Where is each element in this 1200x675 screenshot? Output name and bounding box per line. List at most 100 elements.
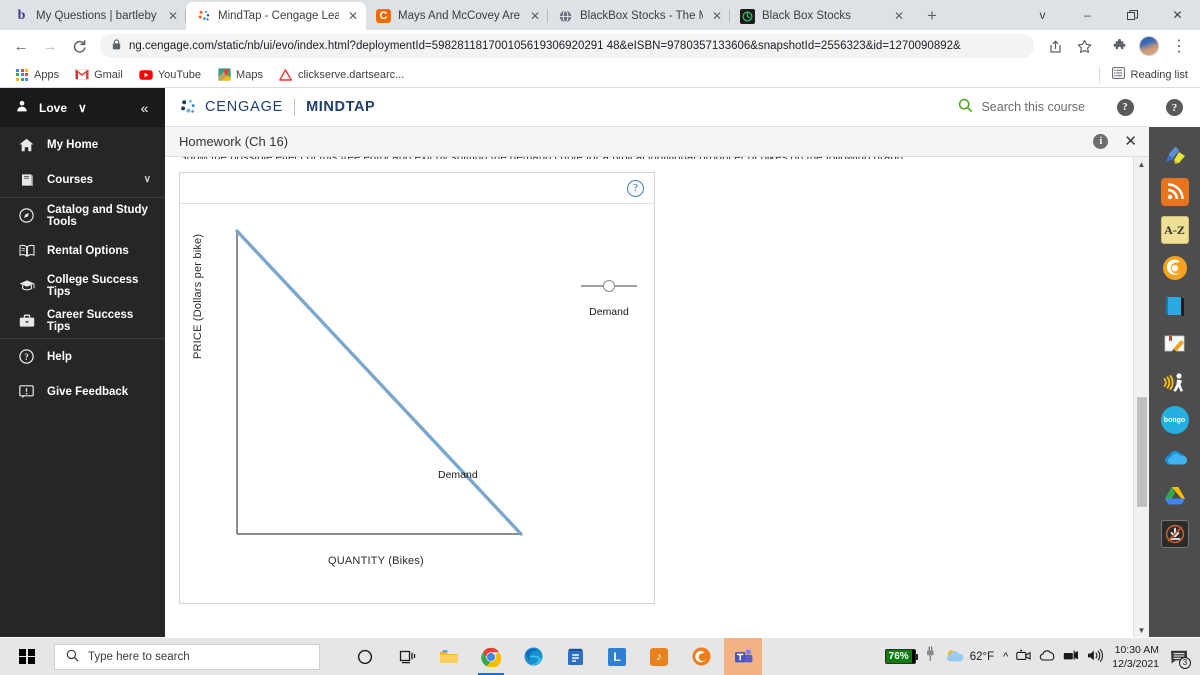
sidebar-item-rental-options[interactable]: Rental Options bbox=[0, 233, 165, 268]
extensions-puzzle-icon[interactable] bbox=[1106, 33, 1132, 59]
profile-avatar-icon[interactable] bbox=[1139, 36, 1159, 56]
bongo-icon[interactable]: bongo bbox=[1160, 406, 1189, 434]
2d-app-icon[interactable]: ♪ bbox=[640, 638, 678, 675]
download-icon[interactable] bbox=[1160, 520, 1189, 548]
browser-tab-1[interactable]: MindTap - Cengage Learning ✕ bbox=[186, 2, 366, 30]
slider-handle[interactable] bbox=[603, 280, 615, 292]
sidebar-user-name: Love bbox=[39, 100, 68, 115]
reading-list-button[interactable]: Reading list bbox=[1098, 66, 1192, 83]
cengage-brain-icon[interactable] bbox=[1161, 254, 1189, 282]
close-window-button[interactable]: ✕ bbox=[1155, 0, 1200, 30]
battery-indicator[interactable]: 76% bbox=[884, 649, 918, 664]
reading-list-icon bbox=[1111, 67, 1125, 82]
maximize-button[interactable] bbox=[1110, 0, 1155, 30]
sidebar-item-catalog-and-study-tools[interactable]: Catalog and Study Tools bbox=[0, 198, 165, 233]
cortana-icon[interactable] bbox=[346, 638, 384, 675]
bookmark-youtube[interactable]: YouTube bbox=[132, 66, 208, 84]
action-center-icon[interactable]: 3 bbox=[1168, 645, 1191, 669]
scrollbar-thumb[interactable] bbox=[1137, 397, 1147, 507]
tab-title: BlackBox Stocks - The Most U bbox=[580, 10, 703, 22]
bookmark-clickserve[interactable]: clickserve.dartsearc... bbox=[272, 66, 411, 84]
tab-search-chevron-icon[interactable]: v bbox=[1020, 0, 1065, 30]
sidebar-item-courses[interactable]: Courses ∨ bbox=[0, 162, 165, 197]
rss-feed-icon[interactable] bbox=[1160, 178, 1189, 206]
read-aloud-icon[interactable] bbox=[1161, 368, 1189, 396]
tab-close-icon[interactable]: ✕ bbox=[710, 9, 724, 23]
info-circle-icon[interactable]: i bbox=[1093, 134, 1109, 149]
tab-title: My Questions | bartleby bbox=[36, 10, 157, 22]
padlock-icon bbox=[112, 39, 121, 53]
chegg-c-icon: C bbox=[376, 9, 391, 23]
course-search[interactable]: Search this course bbox=[958, 98, 1101, 116]
tab-close-icon[interactable]: ✕ bbox=[346, 9, 360, 23]
microsoft-store-icon[interactable] bbox=[556, 638, 594, 675]
mindtap-help-button[interactable]: ? bbox=[1101, 88, 1149, 127]
volume-icon[interactable] bbox=[1087, 648, 1104, 665]
forward-icon[interactable]: → bbox=[37, 33, 63, 59]
weather-widget[interactable]: 62°F bbox=[944, 648, 994, 666]
chrome-menu-icon[interactable]: ⋮ bbox=[1166, 33, 1192, 59]
brand-cengage: CENGAGE bbox=[205, 99, 284, 115]
browser-tab-2[interactable]: C Mays And McCovey Are Bee ✕ bbox=[366, 2, 548, 30]
bookmark-star-icon[interactable] bbox=[1071, 33, 1097, 59]
browser-tab-3[interactable]: BlackBox Stocks - The Most U ✕ bbox=[548, 2, 730, 30]
browser-tab-4[interactable]: Black Box Stocks ✕ bbox=[730, 2, 912, 30]
share-icon[interactable] bbox=[1042, 33, 1068, 59]
demand-slider-control[interactable] bbox=[581, 280, 637, 292]
content-scrollbar[interactable]: ▲ ▼ bbox=[1133, 157, 1149, 637]
task-view-icon[interactable] bbox=[388, 638, 426, 675]
windows-start-icon[interactable] bbox=[6, 638, 48, 675]
partly-cloudy-icon bbox=[944, 648, 964, 666]
taskbar-search-input[interactable]: Type here to search bbox=[54, 643, 320, 670]
highlighter-pen-icon[interactable] bbox=[1161, 140, 1189, 168]
ebook-icon[interactable] bbox=[1161, 292, 1189, 320]
tab-close-icon[interactable]: ✕ bbox=[166, 9, 180, 23]
sidebar-item-give-feedback[interactable]: Give Feedback bbox=[0, 374, 165, 409]
scroll-down-arrow-icon[interactable]: ▼ bbox=[1138, 623, 1146, 637]
sidebar-item-help[interactable]: ? Help bbox=[0, 339, 165, 374]
x-axis-label: QUANTITY (Bikes) bbox=[328, 555, 424, 567]
minimize-button[interactable]: – bbox=[1065, 0, 1110, 30]
sidebar-collapse-button[interactable]: « bbox=[124, 88, 165, 127]
sidebar-user-menu[interactable]: Love ∨ bbox=[0, 88, 124, 127]
cengage-mindtap-logo: CENGAGE MINDTAP bbox=[179, 98, 375, 116]
reload-icon[interactable] bbox=[66, 33, 92, 59]
network-icon[interactable] bbox=[1063, 649, 1079, 665]
google-drive-icon[interactable] bbox=[1161, 482, 1189, 510]
new-tab-button[interactable]: + bbox=[918, 2, 946, 30]
cengage-icon[interactable] bbox=[682, 638, 720, 675]
app-tray-help[interactable]: ? bbox=[1149, 88, 1200, 127]
lastpass-icon[interactable]: L bbox=[598, 638, 636, 675]
sidebar-item-my-home[interactable]: My Home bbox=[0, 127, 165, 162]
bookmark-label: YouTube bbox=[157, 68, 202, 81]
bookmark-maps[interactable]: Maps bbox=[210, 66, 270, 84]
sidebar-item-college-success-tips[interactable]: College Success Tips bbox=[0, 268, 165, 303]
tab-close-icon[interactable]: ✕ bbox=[892, 9, 906, 23]
tab-close-icon[interactable]: ✕ bbox=[528, 9, 542, 23]
show-hidden-chevron-icon[interactable]: ^ bbox=[1003, 651, 1008, 663]
microsoft-edge-icon[interactable] bbox=[514, 638, 552, 675]
browser-tab-0[interactable]: b My Questions | bartleby ✕ bbox=[4, 2, 186, 30]
taskbar-clock[interactable]: 10:30 AM 12/3/2021 bbox=[1112, 643, 1159, 671]
file-explorer-icon[interactable] bbox=[430, 638, 468, 675]
question-circle-icon: ? bbox=[18, 349, 35, 364]
close-x-icon[interactable]: ✕ bbox=[1124, 134, 1137, 149]
bookmark-gmail[interactable]: Gmail bbox=[68, 66, 130, 84]
sidebar-item-career-success-tips[interactable]: Career Success Tips bbox=[0, 303, 165, 338]
onedrive-cloud-icon[interactable] bbox=[1039, 649, 1055, 664]
google-chrome-icon[interactable] bbox=[472, 638, 510, 675]
onedrive-cloud-icon[interactable] bbox=[1161, 444, 1189, 472]
notepad-pen-icon[interactable] bbox=[1161, 330, 1189, 358]
a-z-glossary-icon[interactable]: A-Z bbox=[1160, 216, 1189, 244]
chevron-down-icon: ∨ bbox=[143, 174, 151, 185]
address-bar[interactable]: ng.cengage.com/static/nb/ui/evo/index.ht… bbox=[100, 34, 1034, 58]
browser-window: b My Questions | bartleby ✕ MindTap - Ce… bbox=[0, 0, 1200, 675]
scroll-up-arrow-icon[interactable]: ▲ bbox=[1138, 157, 1146, 171]
graph-help-icon[interactable]: ? bbox=[627, 179, 644, 197]
bookmark-apps[interactable]: Apps bbox=[8, 66, 66, 84]
window-controls: v – ✕ bbox=[1020, 0, 1200, 30]
bookmark-label: Apps bbox=[34, 68, 60, 81]
microsoft-teams-icon[interactable] bbox=[724, 638, 762, 675]
camera-icon[interactable] bbox=[1016, 649, 1031, 665]
back-icon[interactable]: ← bbox=[8, 33, 34, 59]
